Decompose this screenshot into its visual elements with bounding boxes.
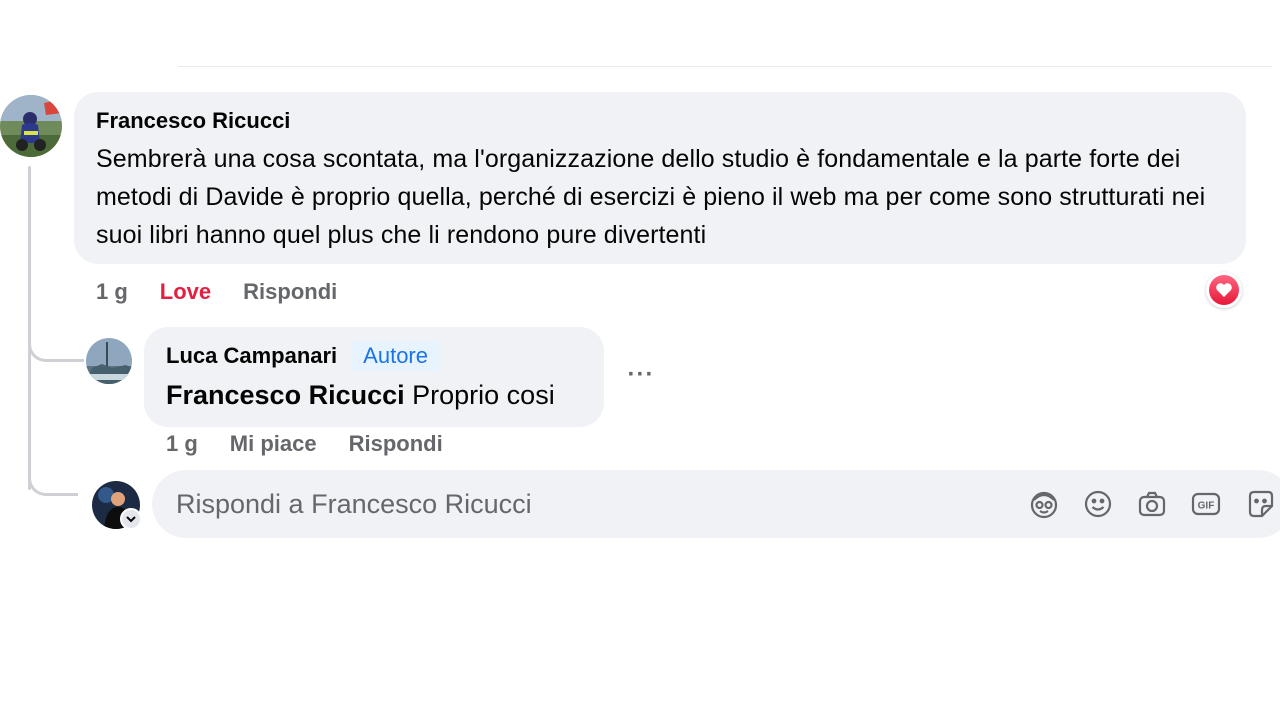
love-heart-icon bbox=[1209, 275, 1239, 305]
thread-connector-reply bbox=[28, 336, 84, 362]
author-badge: Autore bbox=[351, 341, 440, 371]
comment-love-button[interactable]: Love bbox=[160, 279, 211, 305]
reply-toolbar: GIF bbox=[1024, 484, 1280, 524]
reply-actions: 1 g Mi piace Rispondi bbox=[166, 431, 475, 457]
reply-body: Proprio cosi bbox=[412, 380, 555, 410]
sticker-icon[interactable] bbox=[1240, 484, 1280, 524]
chevron-down-icon[interactable] bbox=[120, 508, 142, 530]
thread-line bbox=[28, 166, 31, 490]
reply-author[interactable]: Luca Campanari bbox=[166, 343, 337, 369]
comment-timestamp[interactable]: 1 g bbox=[96, 279, 128, 305]
reply-input-container: GIF bbox=[152, 470, 1280, 538]
reply-timestamp[interactable]: 1 g bbox=[166, 431, 198, 457]
top-divider bbox=[178, 66, 1272, 67]
reply-text: Francesco Ricucci Proprio cosi bbox=[166, 375, 582, 415]
reply-like-button[interactable]: Mi piace bbox=[230, 431, 317, 457]
love-reaction[interactable] bbox=[1206, 272, 1242, 308]
svg-text:GIF: GIF bbox=[1198, 501, 1215, 512]
comment-author[interactable]: Francesco Ricucci bbox=[96, 108, 1224, 134]
comment-text: Sembrerà una cosa scontata, ma l'organiz… bbox=[96, 145, 1206, 249]
emoji-icon[interactable] bbox=[1078, 484, 1118, 524]
reply-reply-button[interactable]: Rispondi bbox=[349, 431, 443, 457]
more-options-button[interactable]: ··· bbox=[624, 358, 658, 392]
avatar-luca[interactable] bbox=[86, 338, 132, 384]
reply-input[interactable] bbox=[174, 487, 998, 521]
comment-reply-button[interactable]: Rispondi bbox=[243, 279, 337, 305]
camera-icon[interactable] bbox=[1132, 484, 1172, 524]
gif-icon[interactable]: GIF bbox=[1186, 484, 1226, 524]
reply-bubble: Luca Campanari Autore Francesco Ricucci … bbox=[144, 327, 604, 427]
avatar-sticker-icon[interactable] bbox=[1024, 484, 1064, 524]
reply-mention[interactable]: Francesco Ricucci bbox=[166, 380, 405, 410]
thread-connector-input bbox=[28, 470, 78, 496]
comment-bubble: Francesco Ricucci Sembrerà una cosa scon… bbox=[74, 92, 1246, 264]
comment-actions: 1 g Love Rispondi bbox=[96, 279, 369, 305]
avatar-francesco[interactable] bbox=[0, 95, 62, 157]
